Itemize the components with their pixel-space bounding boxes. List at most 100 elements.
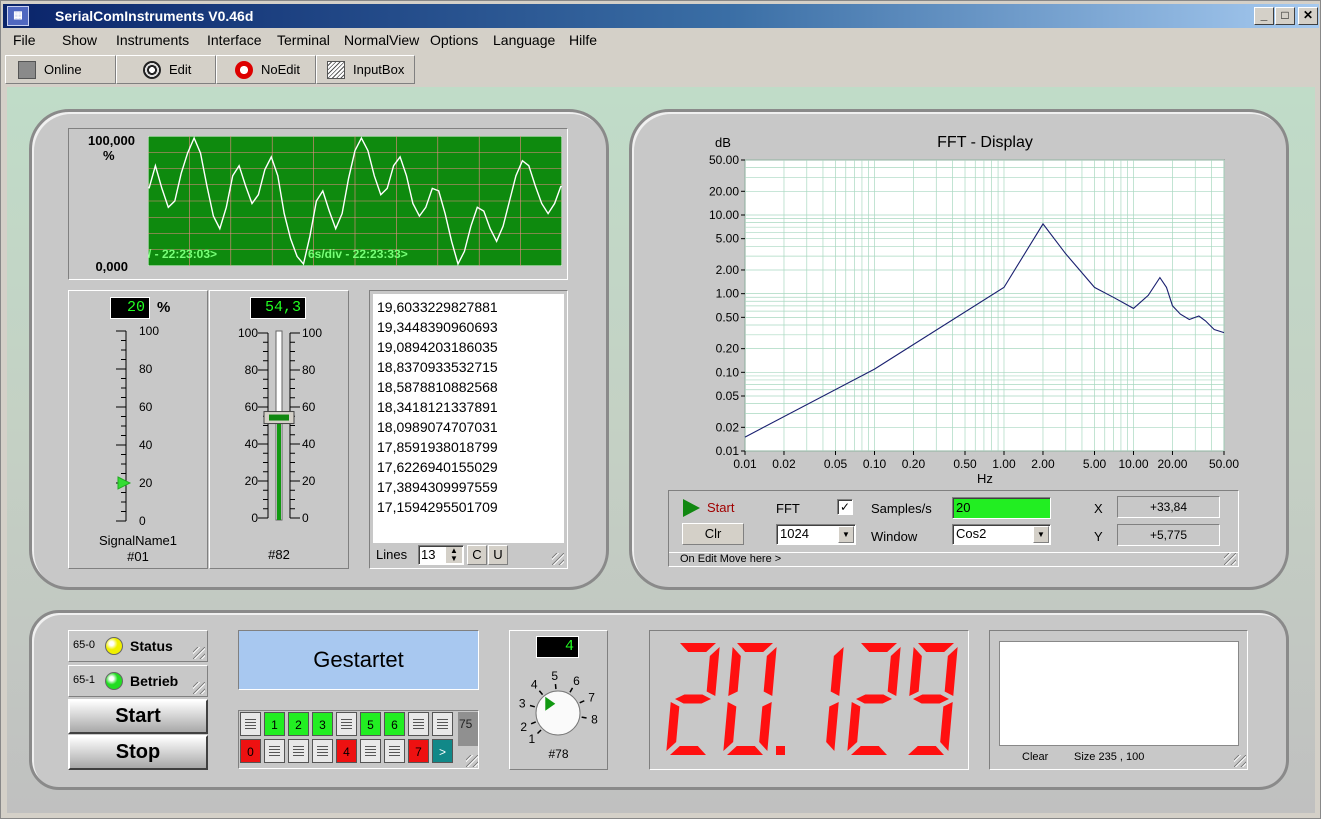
toggle-switch[interactable] xyxy=(264,739,285,763)
list-item[interactable]: 18,8370933532715 xyxy=(377,357,564,377)
fft-y-tick-label: 0.20 xyxy=(716,342,740,356)
toggle-switch[interactable]: 1 xyxy=(264,712,285,736)
window-select[interactable]: Cos2 ▼ xyxy=(952,524,1051,545)
resize-grip-icon[interactable] xyxy=(1224,553,1236,565)
list-item[interactable]: 17,6226940155029 xyxy=(377,457,564,477)
toggle-switch[interactable] xyxy=(288,739,309,763)
toggle-switch[interactable]: 7 xyxy=(408,739,429,763)
toggle-switch[interactable] xyxy=(312,739,333,763)
list-item[interactable]: 19,3448390960693 xyxy=(377,317,564,337)
instrument-area: 100,000 % 0,000 / - 22:23:03> 6s/div - 22… xyxy=(7,87,1315,813)
toggle-switch[interactable]: 2 xyxy=(288,712,309,736)
close-button[interactable]: ✕ xyxy=(1298,7,1318,25)
resize-grip-icon[interactable] xyxy=(1234,755,1246,767)
list-item[interactable]: 19,0894203186035 xyxy=(377,337,564,357)
scope-plot[interactable]: / - 22:23:03> 6s/div - 22:23:33> xyxy=(148,136,562,266)
clear-list-button[interactable]: C xyxy=(467,545,487,565)
y-label: Y xyxy=(1094,529,1103,544)
menu-language[interactable]: Language xyxy=(493,32,555,48)
fft-y-tick-label: 2.00 xyxy=(716,263,740,277)
fft-size-select[interactable]: 1024 ▼ xyxy=(776,524,856,545)
toggle-switch[interactable] xyxy=(240,712,261,736)
fft-checkbox[interactable]: ✓ xyxy=(837,499,853,515)
inputbox-label: InputBox xyxy=(353,62,405,77)
fft-y-tick-label: 0.02 xyxy=(716,420,740,434)
seven-segment-a xyxy=(861,643,897,652)
canvas-box: Clear Size 235 , 100 xyxy=(989,630,1248,770)
maximize-button[interactable]: □ xyxy=(1275,7,1295,25)
toggle-switch[interactable] xyxy=(360,739,381,763)
x-label: X xyxy=(1094,501,1103,516)
menu-normalview[interactable]: NormalView xyxy=(344,32,419,48)
list-item[interactable]: 18,3418121337891 xyxy=(377,397,564,417)
menu-terminal[interactable]: Terminal xyxy=(277,32,330,48)
inputbox-button[interactable]: InputBox xyxy=(316,55,415,84)
knob-position-label: 2 xyxy=(520,720,527,734)
toggle-switch[interactable]: > xyxy=(432,739,453,763)
scope-y-unit: % xyxy=(103,148,115,163)
fft-x-tick-label: 1.00 xyxy=(992,457,1016,471)
value-listbox[interactable]: 19,6033229827881 19,3448390960693 19,08942… xyxy=(373,294,564,543)
title-bar[interactable]: ▦ SerialComInstruments V0.46d _ □ ✕ xyxy=(3,4,1319,28)
list-item[interactable]: 18,5878810882568 xyxy=(377,377,564,397)
lines-input[interactable]: 13 ▲ ▼ xyxy=(418,545,464,565)
list-item[interactable]: 17,8591938018799 xyxy=(377,437,564,457)
stop-button[interactable]: Stop xyxy=(68,735,208,770)
gauge2-tick-label-left: 20 xyxy=(245,474,259,488)
seven-segment-a xyxy=(737,643,773,652)
gauge2-slider[interactable]: 100 80 60 40 20 0 100 80 60 40 20 0 xyxy=(210,321,350,531)
canvas-clear-button[interactable]: Clear xyxy=(1022,751,1048,763)
fft-y-tick-label: 0.50 xyxy=(716,310,740,324)
fft-start-label[interactable]: Start xyxy=(707,500,734,515)
menu-instruments[interactable]: Instruments xyxy=(116,32,189,48)
toggle-switch-label: 6 xyxy=(391,718,398,732)
resize-grip-icon[interactable] xyxy=(193,647,205,659)
edit-button[interactable]: Edit xyxy=(116,55,216,84)
minimize-button[interactable]: _ xyxy=(1254,7,1274,25)
list-item[interactable]: 19,6033229827881 xyxy=(377,297,564,317)
scope-y-top: 100,000 xyxy=(88,133,135,148)
toggle-switch[interactable] xyxy=(432,712,453,736)
menu-file[interactable]: File xyxy=(13,32,36,48)
status-led-1-id: 65-0 xyxy=(73,639,96,651)
toggle-switch[interactable]: 4 xyxy=(336,739,357,763)
menu-show[interactable]: Show xyxy=(62,32,97,48)
chevron-down-icon[interactable]: ▼ xyxy=(838,526,854,543)
list-item[interactable]: 17,1594295501709 xyxy=(377,497,564,517)
rotary-knob[interactable]: 12345 678 xyxy=(510,663,607,749)
toggle-switch[interactable] xyxy=(384,739,405,763)
resize-grip-icon[interactable] xyxy=(466,755,478,767)
toggle-switch[interactable]: 0 xyxy=(240,739,261,763)
menu-hilfe[interactable]: Hilfe xyxy=(569,32,597,48)
toggle-switch[interactable] xyxy=(408,712,429,736)
online-button[interactable]: Online xyxy=(5,55,116,84)
seven-segment-e xyxy=(847,702,861,751)
resize-grip-icon[interactable] xyxy=(552,553,564,565)
drawing-canvas[interactable] xyxy=(999,641,1239,746)
status-led-2-icon xyxy=(105,672,123,690)
list-item[interactable]: 18,0989074707031 xyxy=(377,417,564,437)
move-handle[interactable]: On Edit Move here > xyxy=(669,552,1238,566)
edit-label: Edit xyxy=(169,62,192,77)
toggle-switch[interactable]: 6 xyxy=(384,712,405,736)
play-icon[interactable] xyxy=(682,499,700,517)
toggle-switch[interactable] xyxy=(336,712,357,736)
noedit-button[interactable]: NoEdit xyxy=(216,55,316,84)
start-button[interactable]: Start xyxy=(68,699,208,734)
update-list-button[interactable]: U xyxy=(488,545,508,565)
knob-position-label: 7 xyxy=(588,690,595,704)
toggle-switch[interactable]: 3 xyxy=(312,712,333,736)
samples-input[interactable]: 20 xyxy=(952,497,1051,519)
lines-spinner-icon[interactable]: ▲ ▼ xyxy=(446,547,462,563)
fft-clr-button[interactable]: Clr xyxy=(682,523,744,545)
gauge1-frame: 20 % 100 80 60 40 20 0 SignalName1 #01 xyxy=(68,290,208,569)
menu-options[interactable]: Options xyxy=(430,32,478,48)
menu-interface[interactable]: Interface xyxy=(207,32,261,48)
knob-tick xyxy=(569,687,574,693)
toggle-switch[interactable]: 5 xyxy=(360,712,381,736)
fft-chart[interactable]: 0.01 0.02 0.05 0.10 0.20 0.50 1.00 2.00 5.00 10.0… xyxy=(667,125,1267,487)
list-item[interactable]: 17,3894309997559 xyxy=(377,477,564,497)
gauge2-tick-label-left: 80 xyxy=(245,363,259,377)
chevron-down-icon[interactable]: ▼ xyxy=(1033,526,1049,543)
resize-grip-icon[interactable] xyxy=(193,682,205,694)
